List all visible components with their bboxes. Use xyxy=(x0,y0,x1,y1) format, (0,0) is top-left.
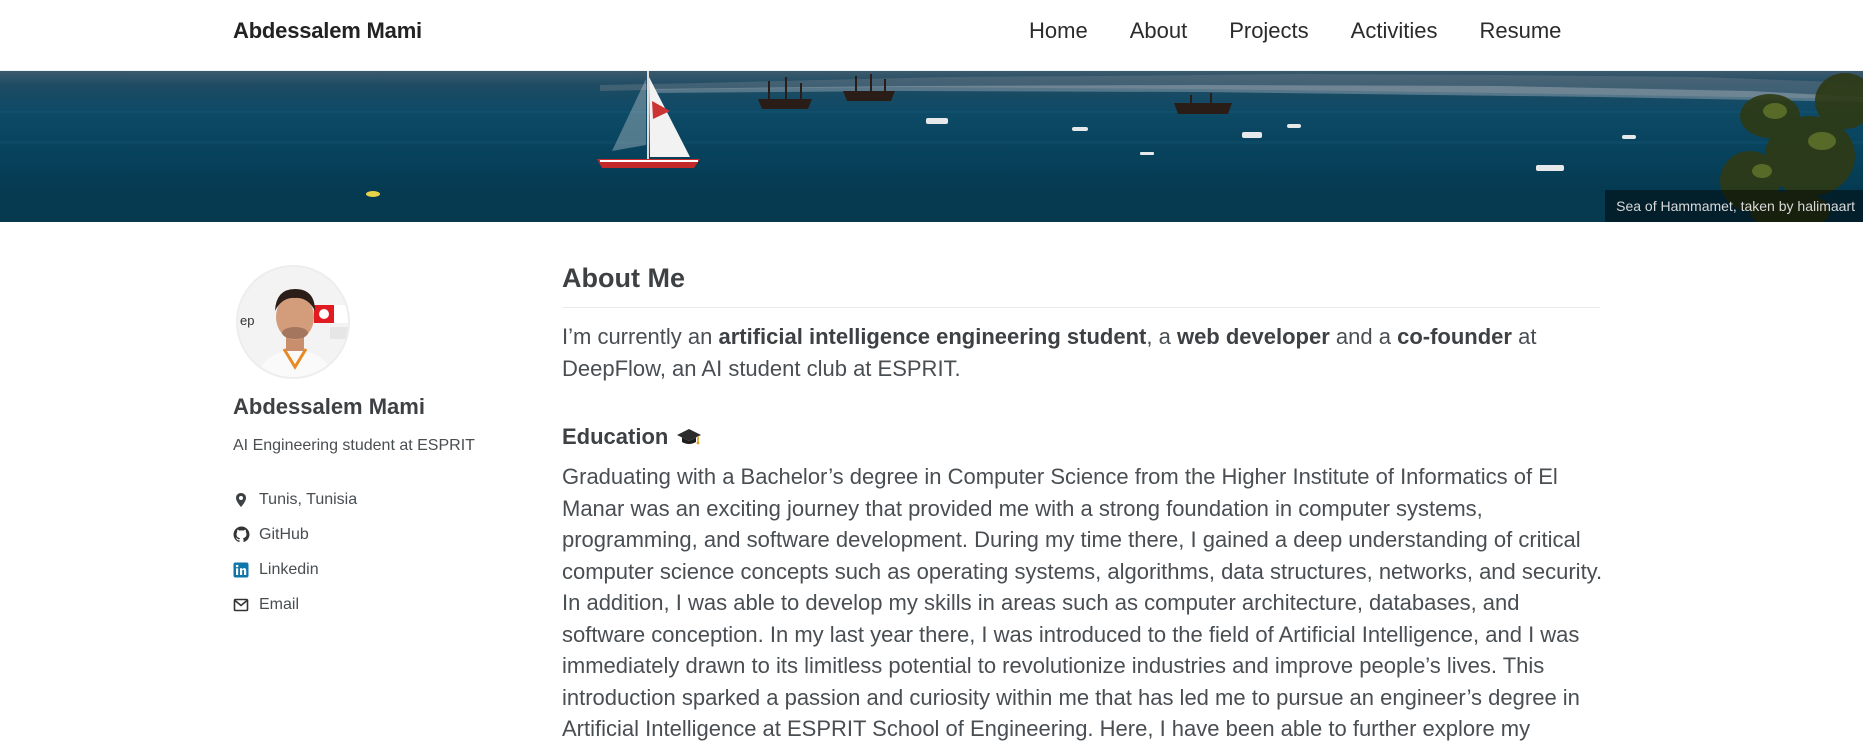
location-item: Tunis, Tunisia xyxy=(233,482,357,517)
nav-link-resume[interactable]: Resume xyxy=(1479,18,1561,44)
intro-text-3: and a xyxy=(1329,324,1398,349)
author-bio: AI Engineering student at ESPRIT xyxy=(233,437,475,454)
intro-highlight-web-developer: web developer xyxy=(1176,324,1330,349)
sea-photo-illustration xyxy=(0,71,1863,222)
masthead: Abdessalem Mami Home About Projects Acti… xyxy=(0,0,1863,71)
avatar: ep xyxy=(236,265,350,379)
nav-link-projects[interactable]: Projects xyxy=(1229,18,1308,44)
education-heading-label: Education xyxy=(562,424,669,449)
author-name: Abdessalem Mami xyxy=(233,394,425,419)
linkedin-link[interactable]: Linkedin xyxy=(259,561,319,579)
email-link-item[interactable]: Email xyxy=(233,587,357,622)
site-title-link[interactable]: Abdessalem Mami xyxy=(233,18,422,44)
nav-link-activities[interactable]: Activities xyxy=(1351,18,1438,44)
intro-text-1: I’m currently an xyxy=(562,324,719,349)
intro-paragraph: I’m currently an artificial intelligence… xyxy=(562,321,1604,384)
main-nav: Home About Projects Activities Resume xyxy=(1029,18,1603,44)
avatar-photo: ep xyxy=(238,267,348,377)
title-divider xyxy=(562,307,1600,308)
email-link[interactable]: Email xyxy=(259,596,299,614)
intro-highlight-co-founder: co-founder xyxy=(1397,324,1512,349)
location-icon xyxy=(233,492,257,508)
education-heading: Education xyxy=(562,424,702,450)
nav-link-home[interactable]: Home xyxy=(1029,18,1088,44)
github-link-item[interactable]: GitHub xyxy=(233,517,357,552)
education-paragraph: Graduating with a Bachelor’s degree in C… xyxy=(562,464,1603,751)
nav-link-about[interactable]: About xyxy=(1130,18,1188,44)
linkedin-link-item[interactable]: Linkedin xyxy=(233,552,357,587)
page-title: About Me xyxy=(562,263,685,293)
github-link[interactable]: GitHub xyxy=(259,526,309,544)
linkedin-icon xyxy=(233,562,257,578)
hero-image: Sea of Hammamet, taken by halimaart xyxy=(0,71,1863,222)
intro-text-2: , a xyxy=(1146,324,1177,349)
github-icon xyxy=(233,526,257,543)
location-label: Tunis, Tunisia xyxy=(259,490,358,508)
intro-highlight-ai-student: artificial intelligence engineering stud… xyxy=(718,324,1147,349)
hero-caption: Sea of Hammamet, taken by halimaart xyxy=(1605,190,1863,222)
graduation-cap-icon xyxy=(676,427,702,447)
email-icon xyxy=(233,597,257,613)
author-links: Tunis, Tunisia GitHub Linkedin Email xyxy=(233,482,357,622)
svg-text:ep: ep xyxy=(240,313,254,328)
